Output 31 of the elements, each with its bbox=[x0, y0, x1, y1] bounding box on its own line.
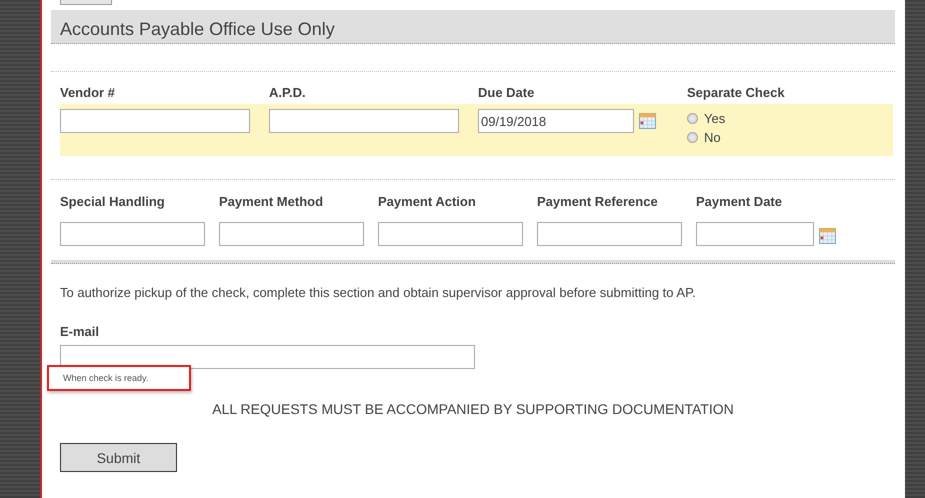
notice-text: ALL REQUESTS MUST BE ACCOMPANIED BY SUPPORTING DOCUMENTATION bbox=[211, 401, 735, 417]
submit-button[interactable]: Submit bbox=[60, 443, 177, 472]
date-field[interactable] bbox=[696, 222, 814, 246]
field-label: Payment Date bbox=[696, 194, 783, 209]
button[interactable] bbox=[60, 0, 112, 5]
instruction-text: To authorize pickup of the check, complete this section and obtain supervisor approval before submitting to AP. bbox=[60, 285, 697, 300]
email-field[interactable] bbox=[60, 345, 475, 369]
field-label: Payment Action bbox=[378, 194, 477, 209]
field-label: Special Handling bbox=[60, 194, 166, 209]
text-field[interactable] bbox=[60, 222, 205, 246]
hint-box: When check is ready. bbox=[47, 365, 191, 391]
section-header: Accounts Payable Office Use Only bbox=[51, 10, 895, 44]
field-label: Payment Method bbox=[219, 194, 324, 209]
field-label: Payment Reference bbox=[537, 194, 659, 209]
radio-label: Yes bbox=[704, 111, 726, 126]
radio-button[interactable] bbox=[687, 113, 698, 124]
text-field[interactable] bbox=[537, 222, 682, 246]
radio-label: No bbox=[704, 130, 721, 145]
field-label: A.P.D. bbox=[269, 85, 307, 100]
text-field[interactable] bbox=[219, 222, 364, 246]
text-field[interactable] bbox=[269, 109, 459, 133]
text-field[interactable] bbox=[378, 222, 523, 246]
radio-button[interactable] bbox=[687, 132, 698, 143]
calendar-icon[interactable] bbox=[819, 227, 836, 244]
field-label: Vendor # bbox=[60, 85, 116, 100]
calendar-icon[interactable] bbox=[639, 112, 656, 129]
text-field[interactable] bbox=[60, 109, 250, 133]
field-label: Due Date bbox=[478, 85, 536, 100]
field-label: E-mail bbox=[60, 324, 100, 339]
date-field[interactable]: 09/19/2018 bbox=[478, 109, 634, 133]
field-label: Separate Check bbox=[687, 85, 786, 100]
